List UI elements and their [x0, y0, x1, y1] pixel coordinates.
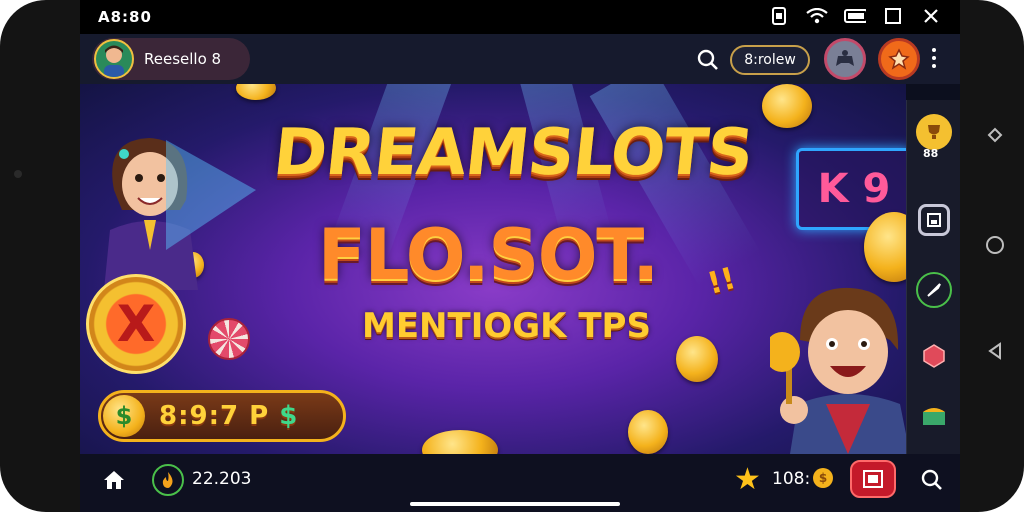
front-camera — [14, 170, 22, 178]
status-bar: A8:80 — [80, 0, 960, 34]
title-line-1: DREAMSLOTS — [270, 116, 756, 190]
casino-chip — [208, 318, 250, 360]
character-boy — [770, 287, 906, 454]
rail-cabinet-icon[interactable] — [918, 204, 950, 236]
status-time: A8:80 — [98, 8, 152, 26]
rail-rocket-icon[interactable] — [916, 272, 952, 308]
balance-flame-icon — [152, 464, 184, 496]
balance-value: 22.203 — [192, 469, 252, 489]
profile-name: Reesello 8 — [144, 50, 222, 68]
title-line-3: MENTIOGK TPS — [362, 306, 651, 346]
back-icon[interactable] — [980, 336, 1010, 366]
coin-decoration — [676, 336, 718, 382]
battery-icon — [844, 6, 866, 26]
home-icon[interactable] — [102, 468, 126, 496]
controller-icon — [836, 50, 854, 66]
side-rail: 88 — [906, 100, 960, 454]
coin-decoration — [236, 84, 276, 100]
rail-count: 88 — [923, 147, 939, 160]
exclamation-marks: !! — [703, 261, 740, 302]
profile-chip[interactable]: Reesello 8 — [92, 38, 250, 80]
review-button[interactable]: 8:rolew — [730, 45, 810, 75]
spotlight-beam — [166, 140, 256, 250]
window-icon[interactable] — [882, 6, 904, 26]
close-icon[interactable] — [920, 6, 942, 26]
recent-icon[interactable] — [980, 120, 1010, 150]
coin-decoration — [422, 430, 498, 454]
rail-gem-icon[interactable] — [916, 338, 952, 374]
wallet-value-gold: 8:9:7 P — [159, 401, 270, 431]
star-icon: ★ — [734, 462, 761, 497]
phone-frame: A8:80 Reesello 8 8:rolew K 9 X DREAMSLOT… — [0, 0, 1024, 512]
avatar — [94, 39, 134, 79]
title-line-2: FLO.SOT. — [318, 214, 659, 296]
gift-button[interactable] — [850, 460, 896, 498]
rail-trophy-icon[interactable] — [916, 114, 952, 150]
wallet-value-green: $ — [279, 401, 299, 431]
home-nav-icon[interactable] — [980, 230, 1010, 260]
game-controller-button[interactable] — [824, 38, 866, 80]
search-icon-bottom[interactable] — [920, 468, 944, 496]
sim-icon — [768, 6, 790, 26]
coin-decoration — [762, 84, 812, 128]
gift-icon — [863, 470, 883, 488]
badge-icon — [888, 48, 910, 70]
points-value: 108: — [772, 469, 811, 489]
big-x-coin: X — [86, 274, 186, 374]
status-icons — [768, 6, 942, 26]
coin-decoration — [628, 410, 668, 454]
promo-banner[interactable]: K 9 X DREAMSLOTS FLO.SOT. !! MENTIOGK TP… — [80, 84, 906, 454]
dollar-coin-icon: $ — [103, 395, 145, 437]
wallet-display[interactable]: $ 8:9:7 P $ — [98, 390, 346, 442]
rewards-button[interactable] — [878, 38, 920, 80]
more-icon[interactable] — [932, 48, 938, 68]
app-screen: A8:80 Reesello 8 8:rolew K 9 X DREAMSLOT… — [80, 0, 960, 512]
home-indicator[interactable] — [410, 502, 620, 506]
wifi-icon — [806, 6, 828, 26]
top-bar: Reesello 8 8:rolew — [80, 34, 960, 84]
points-coin-icon: $ — [813, 468, 833, 488]
search-icon[interactable] — [696, 48, 720, 76]
rail-treasure-icon[interactable] — [916, 398, 952, 434]
wallet-value: 8:9:7 P $ — [159, 401, 298, 431]
